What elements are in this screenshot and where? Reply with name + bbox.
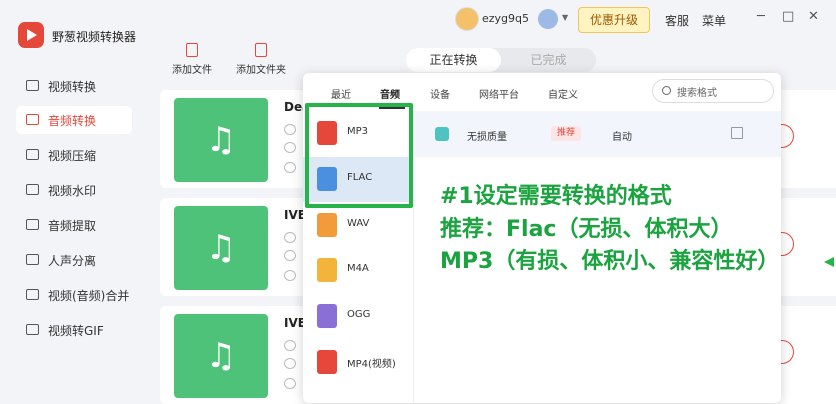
quality-name: 无损质量 (467, 132, 507, 143)
music-note-icon (435, 127, 449, 141)
add-folder-icon (255, 43, 267, 57)
audio-icon (26, 114, 39, 125)
settings-icon[interactable] (284, 270, 296, 281)
close-button[interactable]: ✕ (808, 9, 819, 24)
mp4-file-icon (317, 350, 337, 374)
tab-recent[interactable]: 最近 (331, 86, 351, 101)
customer-service-link[interactable]: 客服 (665, 12, 689, 29)
sidebar-item-video-watermark[interactable]: 视频水印 (16, 176, 132, 204)
watermark-icon (26, 184, 39, 195)
file-thumbnail: ♫ (174, 206, 268, 290)
file-thumbnail: ♫ (174, 98, 268, 182)
tab-completed[interactable]: 已完成 (501, 48, 596, 72)
file-icon (284, 358, 296, 369)
gif-icon (26, 324, 39, 335)
sidebar-item-video-to-gif[interactable]: 视频转GIF (16, 316, 132, 344)
tab-web-platform[interactable]: 网络平台 (479, 86, 519, 101)
minimize-button[interactable]: ─ (757, 9, 765, 24)
video-icon (26, 80, 39, 91)
avatar[interactable] (455, 7, 479, 31)
upgrade-button[interactable]: 优惠升级 (578, 7, 650, 33)
add-file-icon (186, 43, 198, 57)
username[interactable]: ezyg9q5 (482, 12, 529, 25)
search-icon (662, 86, 671, 95)
file-thumbnail: ♫ (174, 314, 268, 398)
sidebar-item-video-compress[interactable]: 视频压缩 (16, 141, 132, 169)
tab-device[interactable]: 设备 (430, 86, 450, 101)
music-note-icon: ♫ (205, 228, 237, 268)
maximize-button[interactable]: □ (782, 9, 794, 24)
arrow-left-icon (824, 257, 834, 267)
sidebar-item-video-convert[interactable]: 视频转换 (16, 72, 132, 100)
vip-badge-icon[interactable] (538, 9, 558, 29)
info-icon (284, 340, 296, 351)
edit-icon[interactable] (731, 127, 743, 139)
add-folder-button[interactable]: 添加文件夹 (236, 43, 286, 76)
quality-value: 自动 (612, 132, 632, 143)
ogg-file-icon (317, 304, 337, 328)
title-bar: 野葱视频转换器 ezyg9q5 ▼ 优惠升级 客服 菜单 ─ □ ✕ (0, 0, 836, 48)
annotation-line-3: MP3（有损、体积小、兼容性好） (440, 249, 780, 274)
settings-icon[interactable] (284, 162, 296, 173)
menu-link[interactable]: 菜单 (702, 12, 726, 29)
info-icon (284, 124, 296, 135)
music-note-icon: ♫ (205, 120, 237, 160)
info-icon (284, 232, 296, 243)
vocal-icon (26, 254, 39, 265)
recommended-badge: 推荐 (551, 126, 582, 141)
tab-custom[interactable]: 自定义 (548, 86, 578, 101)
music-note-icon: ♫ (205, 336, 237, 376)
sidebar-item-audio-convert[interactable]: 音频转换 (16, 106, 132, 134)
format-item-wav[interactable]: WAV (303, 203, 413, 248)
merge-icon (26, 289, 39, 300)
annotation-line-2: 推荐：Flac（无损、体积大） (440, 217, 733, 242)
app-logo-icon (18, 22, 44, 48)
format-item-ogg[interactable]: OGG (303, 294, 413, 339)
wav-file-icon (317, 213, 337, 237)
sidebar-item-vocal-separation[interactable]: 人声分离 (16, 246, 132, 274)
annotation-line-1: #1设定需要转换的格式 (440, 184, 672, 209)
quality-option-row[interactable]: 无损质量 推荐 自动 (415, 111, 781, 157)
compress-icon (26, 149, 39, 160)
add-file-button[interactable]: 添加文件 (172, 43, 212, 76)
chevron-down-icon[interactable]: ▼ (562, 13, 568, 22)
extract-icon (26, 219, 39, 230)
format-search-input[interactable]: 搜索格式 (652, 79, 774, 103)
file-icon (284, 142, 296, 153)
tab-audio[interactable]: 音频 (380, 86, 400, 101)
file-icon (284, 250, 296, 261)
sidebar-item-merge[interactable]: 视频(音频)合并 (16, 281, 132, 309)
format-item-mp4[interactable]: MP4(视频) (303, 340, 413, 385)
settings-icon[interactable] (284, 378, 296, 389)
highlight-box (305, 103, 413, 208)
app-name: 野葱视频转换器 (52, 30, 137, 44)
status-tabs: 正在转换 已完成 (406, 48, 596, 72)
sidebar-item-audio-extract[interactable]: 音频提取 (16, 211, 132, 239)
tab-converting[interactable]: 正在转换 (406, 48, 501, 72)
m4a-file-icon (317, 258, 337, 282)
format-item-m4a[interactable]: M4A (303, 248, 413, 293)
